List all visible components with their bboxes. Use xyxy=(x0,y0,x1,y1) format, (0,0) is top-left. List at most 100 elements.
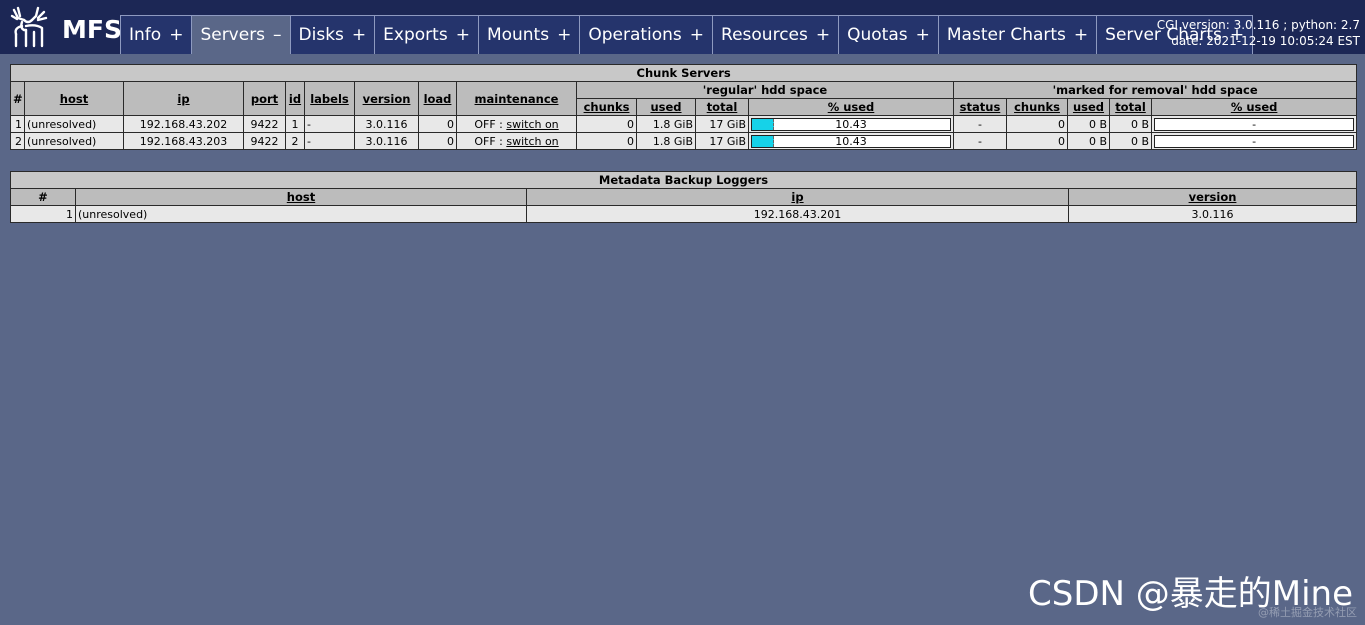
cell-num: 1 xyxy=(10,205,76,223)
col-host[interactable]: host xyxy=(75,188,527,206)
cell-reg-total: 17 GiB xyxy=(695,115,749,133)
col-ip[interactable]: ip xyxy=(123,81,244,116)
group-regular-space: 'regular' hdd space xyxy=(576,81,954,99)
cell-id: 1 xyxy=(285,115,305,133)
expand-icon: + xyxy=(557,25,572,45)
mfs-logo[interactable]: MFS xyxy=(8,4,122,50)
cell-load: 0 xyxy=(418,132,457,150)
tab-disks[interactable]: Disks + xyxy=(289,15,376,54)
usage-bar-label: - xyxy=(1252,134,1257,148)
sort-host-link[interactable]: host xyxy=(287,190,315,204)
switch-on-link[interactable]: switch on xyxy=(506,135,558,148)
sort-version-link[interactable]: version xyxy=(363,92,411,106)
tab-quotas[interactable]: Quotas + xyxy=(838,15,939,54)
cell-rm-total: 0 B xyxy=(1109,115,1152,133)
col-version[interactable]: version xyxy=(354,81,419,116)
col-version[interactable]: version xyxy=(1068,188,1357,206)
cell-ip: 192.168.43.202 xyxy=(123,115,244,133)
chunk-servers-title: Chunk Servers xyxy=(9,64,1358,82)
table-row: 1 (unresolved) 192.168.43.201 3.0.116 xyxy=(10,205,1357,223)
sort-labels-link[interactable]: labels xyxy=(310,92,349,106)
usage-bar-label: 10.43 xyxy=(835,134,867,148)
tab-info[interactable]: Info + xyxy=(120,15,193,54)
cell-id: 2 xyxy=(285,132,305,150)
cell-version: 3.0.116 xyxy=(1068,205,1357,223)
sort-version-link[interactable]: version xyxy=(1189,190,1237,204)
tab-resources[interactable]: Resources + xyxy=(712,15,840,54)
tab-label: Master Charts xyxy=(946,25,1066,45)
usage-bar: - xyxy=(1154,134,1355,148)
cell-rm-used: 0 B xyxy=(1067,115,1110,133)
col-num: # xyxy=(10,81,25,116)
col-rm-chunks[interactable]: chunks xyxy=(1006,98,1068,116)
cell-rm-pct: - xyxy=(1150,115,1358,133)
sort-rm-chunks-link[interactable]: chunks xyxy=(1014,100,1060,114)
cell-reg-chunks: 0 xyxy=(576,132,637,150)
sort-ip-link[interactable]: ip xyxy=(177,92,189,106)
tab-label: Operations xyxy=(588,25,682,45)
expand-icon: + xyxy=(351,25,367,45)
tab-operations[interactable]: Operations + xyxy=(579,15,714,54)
cell-reg-chunks: 0 xyxy=(576,115,637,133)
cell-reg-pct: 10.43 xyxy=(748,115,954,133)
cell-num: 1 xyxy=(10,115,25,133)
col-id[interactable]: id xyxy=(285,81,305,116)
col-reg-chunks[interactable]: chunks xyxy=(576,98,637,116)
col-reg-used[interactable]: used xyxy=(636,98,696,116)
sort-rm-status-link[interactable]: status xyxy=(960,100,1001,114)
usage-bar-label: - xyxy=(1252,117,1257,131)
tab-master-charts[interactable]: Master Charts + xyxy=(937,15,1098,54)
cell-ip: 192.168.43.201 xyxy=(526,205,1069,223)
cell-reg-total: 17 GiB xyxy=(695,132,749,150)
sort-reg-pct-link[interactable]: % used xyxy=(828,100,875,114)
col-port[interactable]: port xyxy=(243,81,286,116)
sort-host-link[interactable]: host xyxy=(60,92,88,106)
cell-version: 3.0.116 xyxy=(354,115,419,133)
sort-port-link[interactable]: port xyxy=(251,92,278,106)
table-row: 1 (unresolved) 192.168.43.202 9422 1 - 3… xyxy=(10,115,1358,133)
tab-servers[interactable]: Servers – xyxy=(191,15,291,54)
sort-reg-chunks-link[interactable]: chunks xyxy=(584,100,630,114)
cell-labels: - xyxy=(304,132,355,150)
col-rm-total[interactable]: total xyxy=(1109,98,1152,116)
col-host[interactable]: host xyxy=(24,81,124,116)
group-removal-space: 'marked for removal' hdd space xyxy=(952,81,1358,99)
sort-rm-total-link[interactable]: total xyxy=(1115,100,1146,114)
col-ip[interactable]: ip xyxy=(526,188,1069,206)
sort-ip-link[interactable]: ip xyxy=(791,190,803,204)
page-date: date: 2021-12-19 10:05:24 EST xyxy=(1171,34,1360,48)
cell-maintenance: OFF : switch on xyxy=(456,115,577,133)
cgi-version: CGI version: 3.0.116 ; python: 2.7 xyxy=(1156,18,1360,32)
chunk-servers-table: Chunk Servers # host ip port id labels v… xyxy=(9,64,1358,150)
col-rm-used[interactable]: used xyxy=(1067,98,1110,116)
sort-load-link[interactable]: load xyxy=(424,92,452,106)
cell-rm-chunks: 0 xyxy=(1006,132,1068,150)
col-rm-pct[interactable]: % used xyxy=(1150,98,1358,116)
sort-maintenance-link[interactable]: maintenance xyxy=(475,92,559,106)
col-reg-total[interactable]: total xyxy=(695,98,749,116)
col-labels[interactable]: labels xyxy=(304,81,355,116)
cell-host: (unresolved) xyxy=(24,115,124,133)
expand-icon: + xyxy=(815,25,831,45)
expand-icon: + xyxy=(455,25,470,45)
tab-label: Mounts xyxy=(486,25,550,45)
switch-on-link[interactable]: switch on xyxy=(506,118,558,131)
expand-icon: + xyxy=(1073,25,1089,45)
col-rm-status[interactable]: status xyxy=(953,98,1007,116)
expand-icon: + xyxy=(915,25,930,45)
sort-id-link[interactable]: id xyxy=(289,92,301,106)
table-row: 2 (unresolved) 192.168.43.203 9422 2 - 3… xyxy=(10,132,1358,150)
col-maintenance[interactable]: maintenance xyxy=(456,81,577,116)
tab-mounts[interactable]: Mounts + xyxy=(477,15,581,54)
cell-load: 0 xyxy=(418,115,457,133)
maintenance-state: OFF : xyxy=(474,117,507,131)
sort-rm-used-link[interactable]: used xyxy=(1073,100,1104,114)
col-reg-pct[interactable]: % used xyxy=(748,98,954,116)
moose-icon xyxy=(10,6,48,48)
col-load[interactable]: load xyxy=(418,81,457,116)
tab-exports[interactable]: Exports + xyxy=(374,15,479,54)
cell-host: (unresolved) xyxy=(24,132,124,150)
sort-reg-total-link[interactable]: total xyxy=(707,100,738,114)
sort-rm-pct-link[interactable]: % used xyxy=(1231,100,1278,114)
sort-reg-used-link[interactable]: used xyxy=(650,100,681,114)
